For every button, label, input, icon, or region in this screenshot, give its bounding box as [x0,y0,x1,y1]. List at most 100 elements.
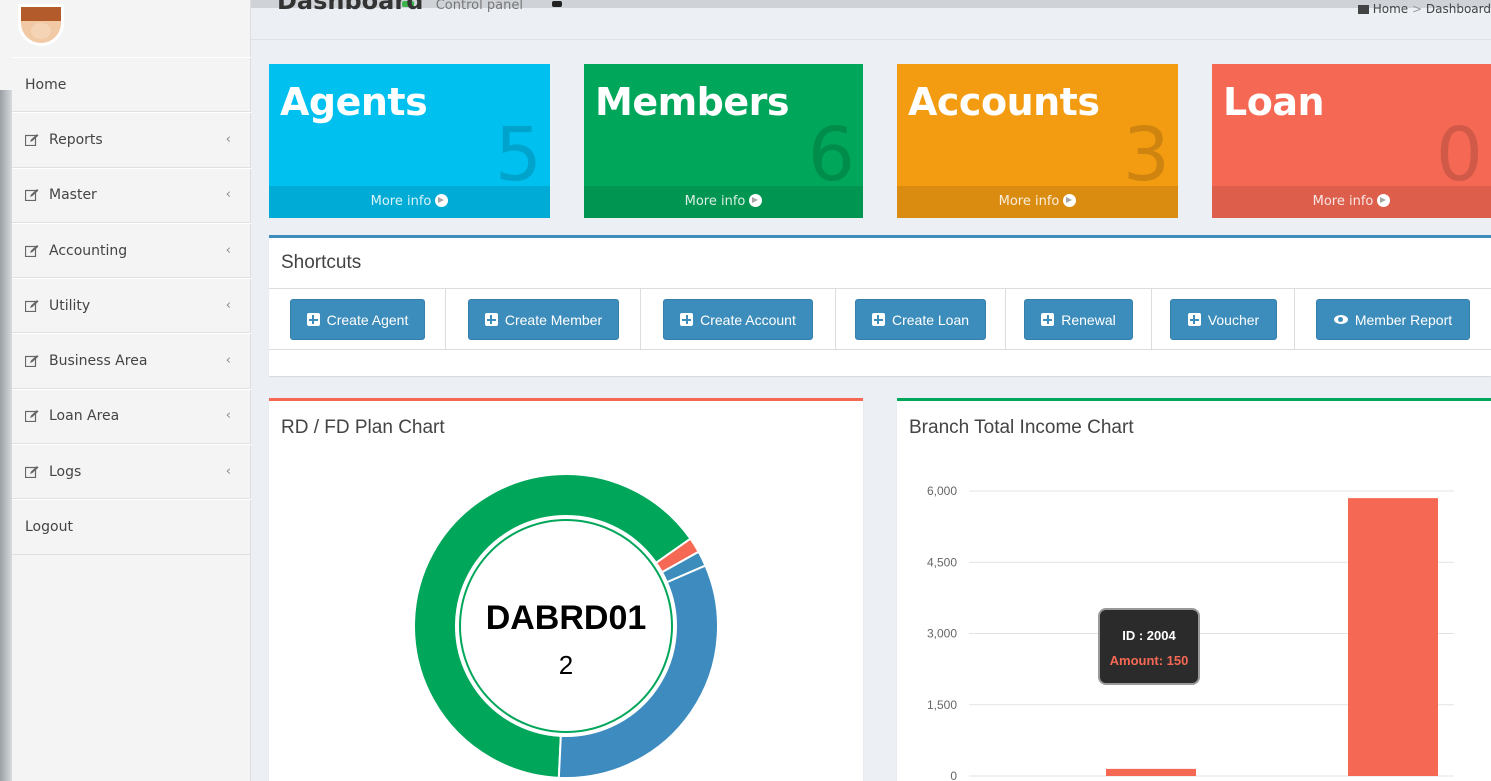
more-info-label: More info [370,194,432,209]
sidebar-item-label: Business Area [49,353,148,370]
create-member-button[interactable]: Create Member [468,299,619,340]
sidebar: Home Reports ‹ Master ‹ Accounting ‹ Utility ‹ Bu… [0,0,251,781]
chevron-left-icon[interactable]: ‹ [226,353,231,368]
arrow-circle-right-icon [1377,194,1391,207]
chevron-left-icon[interactable]: ‹ [226,132,231,147]
edit-icon [24,465,39,478]
chevron-left-icon[interactable]: ‹ [226,408,231,423]
shortcut-label: Create Member [504,311,603,328]
sidebar-item-logout[interactable]: Logout [12,499,251,555]
breadcrumb: Home > Dashboard [1357,2,1491,16]
voucher-button[interactable]: Voucher [1170,299,1277,340]
plus-square-icon [1041,313,1055,326]
sidebar-item-label: Home [25,76,67,93]
page-title-text: Dashboard [277,0,424,15]
sidebar-item-reports[interactable]: Reports ‹ [12,112,251,168]
plus-square-icon [306,313,320,326]
chevron-left-icon[interactable]: ‹ [226,242,231,257]
sidebar-item-loan-area[interactable]: Loan Area ‹ [12,388,251,445]
edit-icon [24,410,39,423]
shortcuts-row: Create Agent Create Member Create Account C… [269,288,1491,350]
edit-icon [24,133,39,147]
sidebar-item-master[interactable]: Master ‹ [12,167,251,223]
edit-icon [24,189,39,202]
accounts-more-info-link[interactable]: More info [897,186,1178,218]
page-title: Dashboard Control panel [277,0,523,15]
create-account-button[interactable]: Create Account [663,299,813,340]
chart-tooltip: ID : 2004 Amount: 150 [1098,608,1200,685]
shortcut-label: Create Account [700,311,796,328]
more-info-label: More info [684,194,746,209]
loan-stat-label: Loan [1223,80,1325,124]
sidebar-item-label: Reports [49,131,103,148]
agents-more-info-link[interactable]: More info [269,186,550,218]
rd-fd-chart-box: RD / FD Plan Chart DABRD01 2 [269,398,863,781]
loan-stat-box: Loan 0 More info [1212,64,1491,218]
sidebar-item-business-area[interactable]: Business Area ‹ [12,333,251,389]
agents-stat-box: Agents 5 More info [269,64,550,218]
plus-square-icon [1187,313,1201,326]
sidebar-item-label: Accounting [49,242,128,259]
sidebar-item-label: Utility [49,297,91,314]
edit-icon [24,244,39,257]
plus-square-icon [484,313,498,326]
edit-icon [24,355,39,368]
chevron-left-icon[interactable]: ‹ [226,187,231,202]
loan-more-info-link[interactable]: More info [1212,186,1491,218]
shortcuts-title: Shortcuts [281,252,362,273]
arrow-circle-right-icon [435,194,449,207]
members-more-info-link[interactable]: More info [584,186,863,218]
breadcrumb-current: Dashboard [1425,2,1491,16]
donut-center-label: DABRD01 [486,599,647,637]
members-stat-label: Members [595,80,790,124]
y-tick-label: 4,500 [927,555,957,569]
shortcut-label: Renewal [1061,311,1116,328]
chevron-left-icon[interactable]: ‹ [226,463,231,478]
content-header: Dashboard Control panel Home > Dashboard [251,0,1491,40]
arrow-circle-right-icon [749,194,763,207]
income-bar[interactable] [1106,768,1196,776]
avatar[interactable] [18,4,64,46]
shortcut-label: Create Loan [891,311,970,328]
more-info-label: More info [1312,194,1374,209]
donut-chart: DABRD01 2 [413,473,719,779]
members-stat-box: Members 6 More info [584,64,863,218]
create-loan-button[interactable]: Create Loan [855,299,986,340]
renewal-button[interactable]: Renewal [1024,299,1133,340]
sidebar-menu: Home Reports ‹ Master ‹ Accounting ‹ Utility ‹ Bu… [12,57,251,555]
shortcut-label: Member Report [1354,311,1453,328]
shortcuts-box: Shortcuts Create Agent Create Member Creat… [269,235,1491,376]
sidebar-item-accounting[interactable]: Accounting ‹ [12,222,251,279]
shortcut-label: Voucher [1207,311,1260,328]
tooltip-amount: Amount: 150 [1109,653,1189,668]
agents-stat-label: Agents [280,80,428,124]
income-bar[interactable] [1348,498,1438,776]
page-subtitle: Control panel [435,0,523,13]
y-tick-label: 3,000 [927,627,957,641]
y-tick-label: 0 [950,769,957,781]
sidebar-item-home[interactable]: Home [12,57,251,113]
plus-square-icon [871,313,885,326]
sidebar-item-logs[interactable]: Logs ‹ [12,444,251,500]
sidebar-item-label: Logs [49,463,82,480]
donut-center-value: 2 [559,650,573,680]
edit-icon [24,299,39,312]
member-report-button[interactable]: Member Report [1316,299,1470,340]
create-agent-button[interactable]: Create Agent [290,299,425,340]
accounts-stat-label: Accounts [908,80,1100,124]
sidebar-item-label: Master [49,187,97,204]
arrow-circle-right-icon [1063,194,1077,207]
breadcrumb-separator: > [1412,2,1423,16]
sidebar-item-utility[interactable]: Utility ‹ [12,278,251,334]
y-tick-label: 6,000 [927,484,957,498]
plus-square-icon [680,313,694,326]
donut-slice[interactable] [557,564,719,779]
accounts-stat-box: Accounts 3 More info [897,64,1178,218]
chevron-left-icon[interactable]: ‹ [226,298,231,313]
shortcut-label: Create Agent [326,311,409,328]
tooltip-id: ID : 2004 [1122,628,1176,643]
breadcrumb-home[interactable]: Home [1373,2,1408,16]
y-tick-label: 1,500 [927,698,957,712]
eye-icon [1333,315,1348,324]
sidebar-item-label: Logout [25,519,73,536]
